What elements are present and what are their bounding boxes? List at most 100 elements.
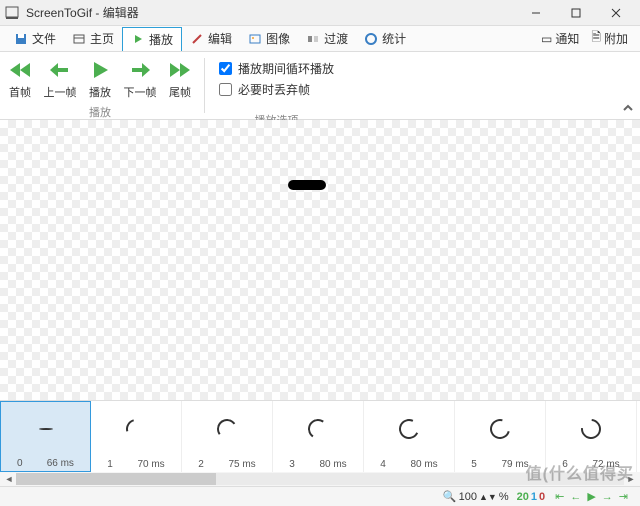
play-button[interactable]: 播放 [80, 56, 120, 102]
frame-item[interactable]: 0 66 ms [0, 401, 91, 472]
minimize-button[interactable] [516, 0, 556, 26]
frame-ms: 70 ms [137, 459, 164, 470]
total-frames: 20 [517, 491, 529, 503]
scroll-left-button[interactable]: ◄ [2, 473, 16, 485]
attach-icon: 🗎 [591, 28, 601, 49]
next-frame-button[interactable]: 下一帧 [120, 56, 160, 102]
tab-label: 编辑 [208, 30, 232, 47]
current-frame: 0 [539, 491, 545, 503]
prev-frame-button[interactable]: 上一帧 [40, 56, 80, 102]
tab-file[interactable]: 文件 [6, 27, 64, 50]
notify-button[interactable]: ▭ 通知 [535, 28, 585, 49]
app-icon [4, 5, 20, 21]
ribbon-label: 下一帧 [124, 84, 157, 100]
prev-icon [48, 58, 72, 82]
ribbon-label: 上一帧 [44, 84, 77, 100]
play-icon [131, 32, 145, 46]
first-icon [8, 58, 32, 82]
tab-edit[interactable]: 编辑 [182, 27, 240, 50]
edit-icon [190, 32, 204, 46]
frame-item[interactable]: 5 79 ms [455, 401, 546, 472]
frame-index: 2 [198, 459, 204, 470]
nav-next-button[interactable]: → [600, 491, 615, 503]
frame-ms: 66 ms [47, 458, 74, 469]
tab-home[interactable]: 主页 [64, 27, 122, 50]
loop-label: 播放期间循环播放 [238, 60, 334, 77]
nav-last-button[interactable]: ⇥ [617, 490, 630, 503]
frame-ms: 80 ms [410, 459, 437, 470]
tab-label: 过渡 [324, 30, 348, 47]
zoom-pct: % [499, 491, 509, 503]
frame-item[interactable]: 2 75 ms [182, 401, 273, 472]
transition-icon [306, 32, 320, 46]
nav-controls: ⇤ ← ▶ → ⇥ [549, 490, 634, 503]
drop-checkbox[interactable]: 必要时丢弃帧 [219, 81, 334, 98]
zoom-control[interactable]: 🔍 100 ▲▼ % [439, 490, 513, 503]
window-controls [516, 0, 636, 26]
loop-checkbox-input[interactable] [219, 62, 232, 75]
scroll-right-button[interactable]: ► [624, 473, 638, 485]
image-icon [248, 32, 262, 46]
frame-ms: 79 ms [501, 459, 528, 470]
tab-image[interactable]: 图像 [240, 27, 298, 50]
maximize-button[interactable] [556, 0, 596, 26]
zoom-icon: 🔍 [443, 490, 457, 503]
frame-ms: 75 ms [228, 459, 255, 470]
nav-prev-button[interactable]: ← [568, 491, 583, 503]
loop-checkbox[interactable]: 播放期间循环播放 [219, 60, 334, 77]
menubar: 文件 主页 播放 编辑 图像 过渡 统计 ▭ 通知 🗎 附加 [0, 26, 640, 52]
frame-index: 5 [471, 459, 477, 470]
frame-ms: 72 ms [592, 459, 619, 470]
first-frame-button[interactable]: 首帧 [0, 56, 40, 102]
ribbon: 首帧 上一帧 播放 下一帧 尾帧 播放 播放 [0, 52, 640, 120]
drop-label: 必要时丢弃帧 [238, 81, 310, 98]
titlebar: ScreenToGif - 编辑器 [0, 0, 640, 26]
ribbon-options: 播放期间循环播放 必要时丢弃帧 [209, 52, 344, 106]
frame-item[interactable]: 1 70 ms [91, 401, 182, 472]
frame-index: 1 [107, 459, 113, 470]
play-icon [88, 58, 112, 82]
scroll-thumb[interactable] [16, 473, 216, 485]
statusbar: 🔍 100 ▲▼ % 20 1 0 ⇤ ← ▶ → ⇥ [0, 486, 640, 506]
last-icon [168, 58, 192, 82]
attach-button[interactable]: 🗎 附加 [585, 26, 634, 51]
frame-index: 0 [17, 458, 23, 469]
zoom-value: 100 [459, 491, 477, 503]
frames-panel: 0 66 ms 1 70 ms 2 75 ms 3 80 ms 4 80 ms 5 79 m… [0, 400, 640, 472]
drop-checkbox-input[interactable] [219, 83, 232, 96]
canvas-stroke [288, 180, 326, 190]
attach-label: 附加 [604, 30, 628, 47]
close-button[interactable] [596, 0, 636, 26]
frame-item[interactable]: 672 ms [546, 401, 637, 472]
save-icon [14, 32, 28, 46]
ribbon-label: 尾帧 [169, 84, 191, 100]
scroll-track[interactable] [16, 473, 624, 485]
ribbon-separator [204, 58, 205, 113]
tab-playback[interactable]: 播放 [122, 27, 182, 51]
ribbon-group-label: 播放 [89, 104, 111, 120]
tab-stats[interactable]: 统计 [356, 27, 414, 50]
frame-index: 3 [289, 459, 295, 470]
tab-label: 播放 [149, 31, 173, 48]
stats-icon [364, 32, 378, 46]
frame-item[interactable]: 3 80 ms [273, 401, 364, 472]
notify-label: 通知 [555, 30, 579, 47]
frame-ms: 80 ms [319, 459, 346, 470]
frame-counts: 20 1 0 [513, 491, 550, 503]
frames-scrollbar: ◄ ► [0, 472, 640, 486]
last-frame-button[interactable]: 尾帧 [160, 56, 200, 102]
selected-frames: 1 [531, 491, 537, 503]
tab-transition[interactable]: 过渡 [298, 27, 356, 50]
canvas[interactable] [0, 120, 640, 400]
window-title: ScreenToGif - 编辑器 [26, 4, 516, 21]
ribbon-collapse-button[interactable] [622, 102, 634, 117]
frame-item[interactable]: 4 80 ms [364, 401, 455, 472]
tab-label: 主页 [90, 30, 114, 47]
frame-index: 4 [380, 459, 386, 470]
next-icon [128, 58, 152, 82]
nav-play-button[interactable]: ▶ [585, 490, 597, 503]
nav-first-button[interactable]: ⇤ [553, 490, 566, 503]
home-icon [72, 32, 86, 46]
notify-icon: ▭ [541, 32, 552, 46]
tab-label: 图像 [266, 30, 290, 47]
